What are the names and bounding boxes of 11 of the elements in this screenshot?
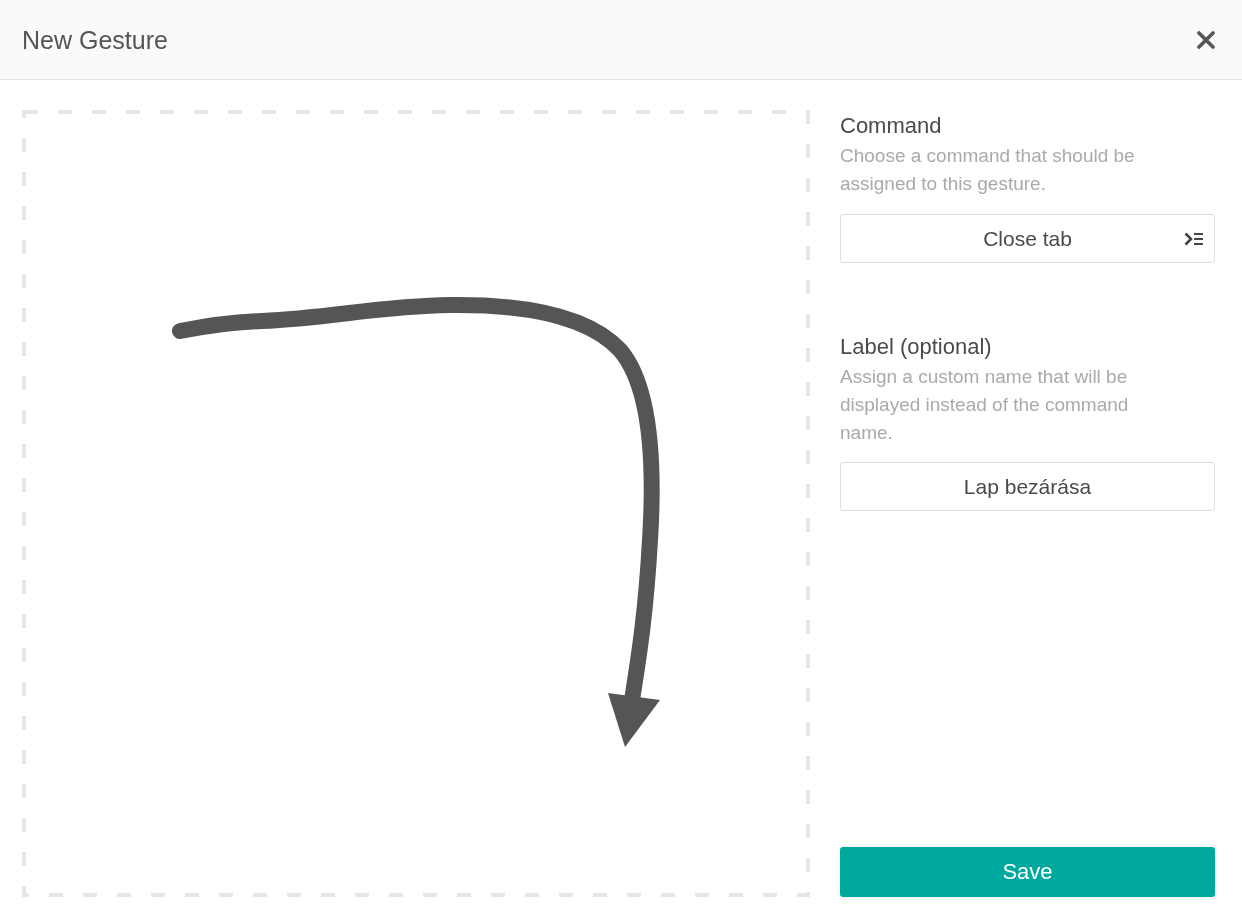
label-description: Assign a custom name that will be displayed instead of the command name.: [840, 365, 1130, 445]
label-heading: Label (optional): [840, 333, 993, 361]
command-select[interactable]: Close tab: [840, 214, 1215, 263]
close-button[interactable]: [1196, 29, 1216, 50]
command-heading: Command: [840, 112, 943, 140]
chevron-list-icon: [1184, 232, 1204, 246]
command-description: Choose a command that should be assigned to this gesture.: [840, 144, 1136, 196]
label-input[interactable]: Lap bezárása: [840, 462, 1215, 511]
dialog-title: New Gesture: [22, 24, 168, 56]
drawing-canvas[interactable]: [22, 110, 810, 897]
close-icon: [1197, 30, 1215, 49]
